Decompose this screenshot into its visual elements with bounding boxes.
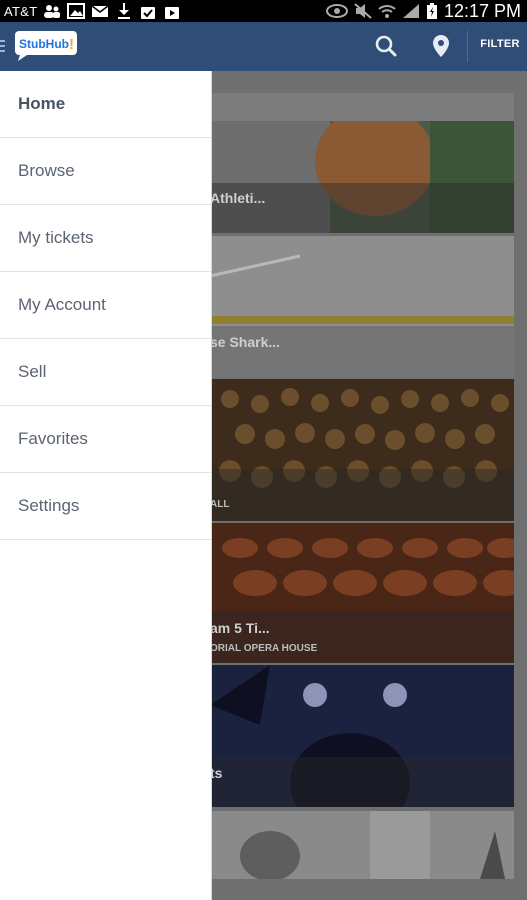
clock-time: 12:17 PM [443, 0, 521, 21]
filter-button[interactable]: FILTER [476, 38, 524, 50]
carrier-label: AT&T [4, 3, 38, 19]
action-bar-divider [467, 31, 468, 62]
hamburger-icon[interactable] [0, 40, 5, 54]
drawer-item-label: Favorites [18, 429, 88, 448]
download-icon [118, 3, 131, 19]
event-venue: ALL [210, 499, 230, 510]
drawer-item-my-tickets[interactable]: My tickets [0, 205, 211, 272]
wifi-icon [378, 5, 396, 18]
drawer-item-my-account[interactable]: My Account [0, 272, 211, 339]
drawer-item-label: Settings [18, 496, 80, 515]
signal-icon [402, 4, 419, 18]
bag-play-icon [165, 7, 180, 19]
mail-icon [92, 5, 109, 17]
svg-text:StubHub: StubHub [19, 37, 69, 51]
eye-icon [325, 4, 348, 18]
drawer-item-settings[interactable]: Settings [0, 473, 211, 540]
event-title: Athleti... [210, 190, 266, 206]
stubhub-logo[interactable]: StubHub ! [14, 30, 80, 62]
drawer-item-sell[interactable]: Sell [0, 339, 211, 406]
search-icon[interactable] [375, 35, 397, 57]
contacts-icon [44, 5, 61, 18]
bag-check-icon [141, 7, 156, 19]
drawer-item-label: Sell [18, 362, 47, 381]
svg-text:!: ! [69, 36, 74, 53]
drawer-item-label: Browse [18, 161, 75, 180]
drawer-item-browse[interactable]: Browse [0, 138, 211, 205]
drawer-item-label: My Account [18, 295, 106, 314]
drawer-item-label: Home [18, 94, 66, 113]
image-icon [67, 3, 86, 19]
location-pin-icon[interactable] [432, 34, 450, 58]
status-bar: AT&T 12:17 PM [0, 0, 527, 22]
mute-icon [354, 3, 372, 19]
drawer-item-favorites[interactable]: Favorites [0, 406, 211, 473]
event-venue: ORIAL OPERA HOUSE [210, 643, 318, 654]
drawer-item-label: My tickets [18, 228, 94, 247]
event-title: am 5 Ti... [210, 620, 270, 636]
action-bar: StubHub ! FILTER [0, 22, 527, 71]
navigation-drawer: Home Browse My tickets My Account Sell F… [0, 71, 212, 900]
event-title: se Shark... [210, 334, 281, 350]
drawer-item-home[interactable]: Home [0, 71, 211, 138]
battery-icon [426, 3, 437, 19]
